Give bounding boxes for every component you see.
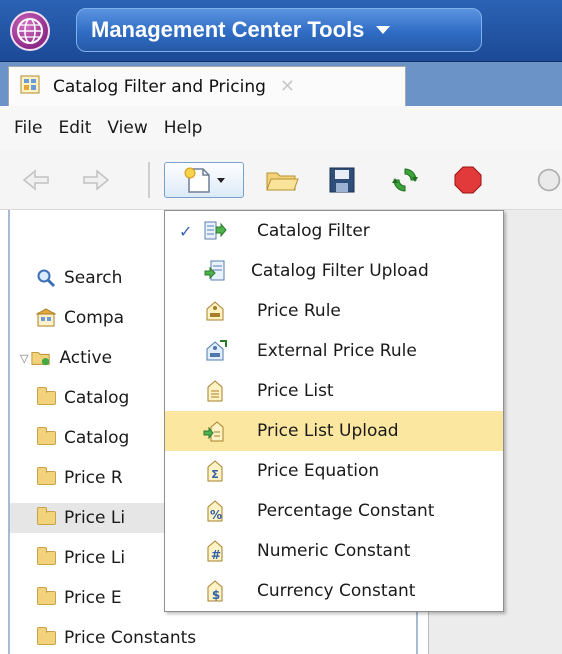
tree-item-price-equations[interactable]: Price E <box>36 583 122 613</box>
tab-label: Catalog Filter and Pricing <box>53 76 266 97</box>
menu-item-label: Numeric Constant <box>257 541 411 561</box>
expand-triangle-icon[interactable]: ▽ <box>20 352 28 365</box>
tree-item-label: Price Li <box>64 508 126 528</box>
menu-item-external-price-rule[interactable]: External Price Rule <box>165 331 503 371</box>
menu-item-numeric-constant[interactable]: # Numeric Constant <box>165 531 503 571</box>
tree-item-catalog-1[interactable]: Catalog <box>36 383 129 413</box>
tree-item-label: Catalog <box>64 428 130 448</box>
folder-icon <box>36 627 56 648</box>
new-object-dropdown-menu: ✓ Catalog Filter Catalog Filter Upload P… <box>164 210 504 612</box>
tree-item-active[interactable]: ▽ Active <box>20 343 112 373</box>
tree-item-price-lists[interactable]: Price Li <box>10 503 164 533</box>
search-icon <box>36 268 56 288</box>
checkmark-icon: ✓ <box>179 221 193 241</box>
tools-button-label: Management Center Tools <box>91 17 365 42</box>
menu-item-label: Price Rule <box>257 301 341 321</box>
tree-item-label: Active <box>59 348 113 368</box>
refresh-icon[interactable] <box>385 162 425 198</box>
menu-edit[interactable]: Edit <box>58 118 91 138</box>
tree-item-label: Price E <box>64 588 122 608</box>
tree-item-price-rules[interactable]: Price R <box>36 463 123 493</box>
menu-item-label: Price List <box>257 381 334 401</box>
folder-icon <box>36 587 56 608</box>
menu-item-label: Price Equation <box>257 461 380 481</box>
folder-icon <box>36 467 56 488</box>
svg-text:#: # <box>211 548 221 562</box>
menu-item-label: Catalog Filter <box>257 221 370 241</box>
management-center-tools-button[interactable]: Management Center Tools <box>76 8 482 52</box>
toolbar <box>0 150 562 210</box>
menu-item-label: Percentage Constant <box>257 501 435 521</box>
menu-view[interactable]: View <box>107 118 147 138</box>
tree-item-label: Price Constants <box>64 628 197 648</box>
back-arrow-icon[interactable] <box>18 162 54 198</box>
new-object-button[interactable] <box>164 162 244 198</box>
tree-item-catalog-2[interactable]: Catalog <box>36 423 129 453</box>
tree-item-search[interactable]: Search <box>36 263 122 293</box>
svg-text:Σ: Σ <box>211 468 219 481</box>
globe-icon[interactable] <box>10 11 50 51</box>
percentage-constant-icon: % <box>203 499 227 523</box>
tree-item-price-list-uploads[interactable]: Price Li <box>36 543 125 573</box>
close-tab-icon[interactable]: ✕ <box>280 76 295 97</box>
folder-icon <box>36 387 56 408</box>
menu-help[interactable]: Help <box>164 118 203 138</box>
toolbar-separator <box>148 162 150 198</box>
menu-item-label: Price List Upload <box>257 421 399 441</box>
price-rule-icon <box>203 299 227 323</box>
catalog-filter-upload-icon <box>203 259 227 283</box>
menu-item-price-equation[interactable]: Σ Price Equation <box>165 451 503 491</box>
open-folder-icon[interactable] <box>262 162 302 198</box>
menu-item-label: Currency Constant <box>257 581 416 601</box>
menu-item-price-list-upload[interactable]: Price List Upload <box>165 411 503 451</box>
menu-item-label: Catalog Filter Upload <box>251 261 429 281</box>
menu-item-percentage-constant[interactable]: % Percentage Constant <box>165 491 503 531</box>
forward-arrow-icon[interactable] <box>78 162 114 198</box>
menu-item-label: External Price Rule <box>257 341 417 361</box>
external-price-rule-icon <box>203 339 227 363</box>
price-list-upload-icon <box>203 419 227 443</box>
numeric-constant-icon: # <box>203 539 227 563</box>
catalog-tool-icon <box>19 73 41 100</box>
svg-text:%: % <box>210 508 222 522</box>
app-header: Management Center Tools <box>0 0 562 62</box>
tree-item-label: Search <box>64 268 123 288</box>
help-icon[interactable] <box>536 162 562 198</box>
tree-item-label: Price R <box>64 468 123 488</box>
tree-item-label: Price Li <box>64 548 126 568</box>
price-list-icon <box>203 379 227 403</box>
tab-strip: Catalog Filter and Pricing ✕ <box>0 62 562 106</box>
svg-text:$: $ <box>212 588 220 602</box>
menu-item-catalog-filter-upload[interactable]: Catalog Filter Upload <box>165 251 503 291</box>
menu-item-currency-constant[interactable]: $ Currency Constant <box>165 571 503 611</box>
tree-item-label: Catalog <box>64 388 130 408</box>
chevron-down-icon <box>376 26 391 34</box>
menu-item-price-list[interactable]: Price List <box>165 371 503 411</box>
folder-icon <box>36 427 56 448</box>
tree-item-store[interactable]: Compa <box>36 303 124 333</box>
menu-item-catalog-filter[interactable]: ✓ Catalog Filter <box>165 211 503 251</box>
folder-icon <box>36 507 56 528</box>
stop-icon[interactable] <box>448 162 488 198</box>
tab-catalog-filter-and-pricing[interactable]: Catalog Filter and Pricing ✕ <box>8 66 406 106</box>
tree-item-label: Compa <box>64 308 125 328</box>
price-equation-icon: Σ <box>203 459 227 483</box>
currency-constant-icon: $ <box>203 579 227 603</box>
folder-icon <box>36 547 56 568</box>
menu-file[interactable]: File <box>14 118 42 138</box>
catalog-filter-icon <box>203 219 227 243</box>
menu-item-price-rule[interactable]: Price Rule <box>165 291 503 331</box>
folder-open-icon <box>31 348 51 368</box>
store-icon <box>36 308 56 328</box>
menu-bar: File Edit View Help <box>0 106 562 150</box>
tree-item-price-constants[interactable]: Price Constants <box>36 623 196 653</box>
save-icon[interactable] <box>322 162 362 198</box>
